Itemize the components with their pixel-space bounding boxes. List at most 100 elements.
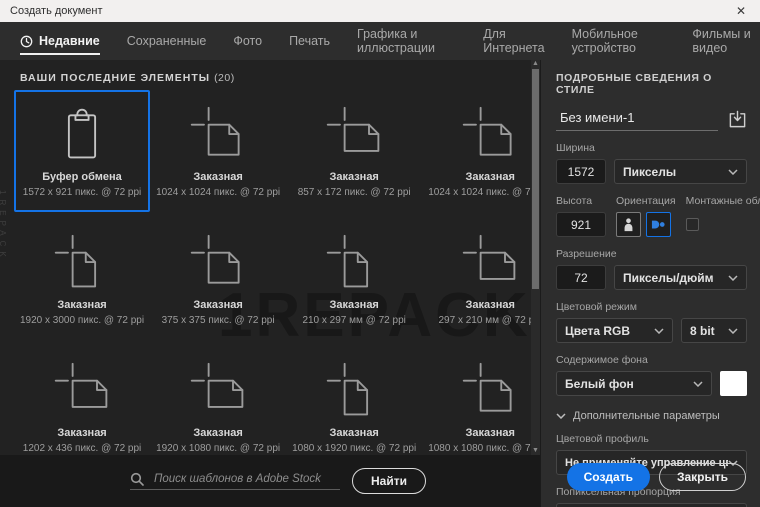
search-field[interactable]	[130, 472, 340, 490]
style-details-panel: ПОДРОБНЫЕ СВЕДЕНИЯ О СТИЛЕ Без имени-1 Ш…	[540, 60, 760, 507]
recent-item-4[interactable]: Заказная 1920 x 3000 пикс. @ 72 ppi	[14, 218, 150, 340]
recent-item-title: Заказная	[193, 427, 243, 439]
recent-item-title: Заказная	[329, 427, 379, 439]
recent-item-3[interactable]: Заказная 1024 x 1024 пикс. @ 72 ppi	[422, 90, 540, 212]
recent-item-title: Заказная	[465, 427, 515, 439]
resolution-unit-dropdown[interactable]: Пикселы/дюйм	[614, 265, 747, 290]
width-unit-value: Пикселы	[623, 164, 677, 179]
tabbar: Недавние Сохраненные Фото Печать Графика и и…	[0, 22, 760, 60]
background-dropdown[interactable]: Белый фон	[556, 371, 712, 396]
recent-item-title: Заказная	[193, 171, 243, 183]
tab-2[interactable]: Фото	[233, 22, 262, 60]
document-square-icon	[460, 356, 520, 423]
scroll-down-icon[interactable]: ▼	[532, 447, 539, 455]
orientation-landscape-button[interactable]	[646, 212, 671, 237]
vertical-scrollbar[interactable]: ▲ ▼	[531, 60, 540, 455]
orientation-portrait-button[interactable]	[616, 212, 641, 237]
recent-count: (20)	[214, 72, 235, 84]
recent-item-2[interactable]: Заказная 857 x 172 пикс. @ 72 ppi	[286, 90, 422, 212]
orientation-label: Ориентация	[616, 195, 676, 207]
background-label: Содержимое фона	[556, 354, 648, 366]
recent-item-8[interactable]: Заказная 1202 x 436 пикс. @ 72 ppi	[14, 346, 150, 468]
search-input[interactable]	[154, 473, 334, 485]
height-input[interactable]	[556, 212, 606, 237]
tab-label: Сохраненные	[126, 34, 207, 48]
document-portrait-icon	[324, 228, 384, 295]
main-area: 1REPACK 1REPACK ВАШИ ПОСЛЕДНИЕ ЭЛЕМЕНТЫ(…	[0, 60, 760, 507]
recent-item-dimensions: 1920 x 3000 пикс. @ 72 ppi	[20, 315, 145, 326]
recent-item-dimensions: 1024 x 1024 пикс. @ 72 ppi	[156, 187, 281, 198]
dialog-title: Создать документ	[10, 5, 103, 17]
width-unit-dropdown[interactable]: Пикселы	[614, 159, 747, 184]
recent-item-dimensions: 1572 x 921 пикс. @ 72 ppi	[22, 187, 142, 198]
recent-item-title: Заказная	[465, 299, 515, 311]
watermark-side-text: 1REPACK	[0, 190, 7, 262]
recent-item-title: Буфер обмена	[42, 171, 122, 183]
tab-6[interactable]: Мобильное устройство	[572, 22, 666, 60]
tab-label: Печать	[289, 34, 331, 48]
tab-1[interactable]: Сохраненные	[127, 22, 207, 60]
chevron-down-icon	[654, 327, 664, 334]
height-label: Высота	[556, 195, 593, 207]
recent-header: ВАШИ ПОСЛЕДНИЕ ЭЛЕМЕНТЫ (20)	[20, 72, 235, 84]
document-portrait-icon	[52, 228, 112, 295]
tab-label: Недавние	[39, 34, 100, 48]
recent-item-9[interactable]: Заказная 1920 x 1080 пикс. @ 72 ppi	[150, 346, 286, 468]
recent-item-11[interactable]: Заказная 1080 x 1080 пикс. @ 72 ppi	[422, 346, 540, 468]
recent-item-6[interactable]: Заказная 210 x 297 мм @ 72 ppi	[286, 218, 422, 340]
search-icon	[130, 472, 144, 486]
recent-item-dimensions: 857 x 172 пикс. @ 72 ppi	[297, 187, 411, 198]
pixel-aspect-dropdown[interactable]: Квадратные пикселы	[556, 503, 747, 507]
chevron-down-icon	[728, 327, 738, 334]
tab-0[interactable]: Недавние	[20, 22, 100, 60]
recent-item-dimensions: 375 x 375 пикс. @ 72 ppi	[161, 315, 275, 326]
width-input[interactable]	[556, 159, 606, 184]
chevron-down-icon	[728, 168, 738, 175]
tab-label: Мобильное устройство	[571, 27, 638, 55]
color-mode-dropdown[interactable]: Цвета RGB	[556, 318, 673, 343]
create-button[interactable]: Создать	[566, 463, 650, 491]
recent-item-0[interactable]: Буфер обмена 1572 x 921 пикс. @ 72 ppi	[14, 90, 151, 212]
resolution-unit-value: Пикселы/дюйм	[623, 270, 714, 285]
stock-search-bar: Найти	[0, 455, 540, 507]
tab-3[interactable]: Печать	[289, 22, 330, 60]
find-button[interactable]: Найти	[352, 468, 426, 494]
bit-depth-dropdown[interactable]: 8 bit	[681, 318, 747, 343]
recent-item-dimensions: 210 x 297 мм @ 72 ppi	[302, 315, 406, 326]
close-button[interactable]: Закрыть	[658, 463, 746, 491]
recent-item-title: Заказная	[329, 299, 379, 311]
tab-7[interactable]: Фильмы и видео	[692, 22, 760, 60]
chevron-down-icon	[728, 274, 738, 281]
clock-icon	[20, 35, 33, 48]
clipboard-icon	[52, 100, 112, 167]
recent-item-10[interactable]: Заказная 1080 x 1920 пикс. @ 72 ppi	[286, 346, 422, 468]
recent-item-dimensions: 1202 x 436 пикс. @ 72 ppi	[22, 443, 142, 454]
save-preset-icon[interactable]	[728, 110, 747, 129]
color-profile-label: Цветовой профиль	[556, 433, 649, 445]
recent-grid: Буфер обмена 1572 x 921 пикс. @ 72 ppi За…	[14, 90, 540, 468]
document-name-field[interactable]: Без имени-1	[556, 110, 718, 131]
chevron-down-icon	[693, 380, 703, 387]
artboards-checkbox[interactable]	[685, 218, 699, 231]
chevron-down-icon	[556, 413, 566, 419]
scrollbar-thumb[interactable]	[532, 69, 539, 289]
recent-item-1[interactable]: Заказная 1024 x 1024 пикс. @ 72 ppi	[150, 90, 286, 212]
recent-item-5[interactable]: Заказная 375 x 375 пикс. @ 72 ppi	[150, 218, 286, 340]
advanced-options-toggle[interactable]: Дополнительные параметры	[556, 410, 747, 422]
resolution-input[interactable]	[556, 265, 606, 290]
background-color-swatch[interactable]	[720, 371, 747, 396]
tab-4[interactable]: Графика и иллюстрации	[357, 22, 456, 60]
recent-item-7[interactable]: Заказная 297 x 210 мм @ 72 ppi	[422, 218, 540, 340]
recent-documents-panel: 1REPACK 1REPACK ВАШИ ПОСЛЕДНИЕ ЭЛЕМЕНТЫ(…	[0, 60, 540, 507]
recent-item-title: Заказная	[465, 171, 515, 183]
recent-item-title: Заказная	[329, 171, 379, 183]
recent-item-dimensions: 1920 x 1080 пикс. @ 72 ppi	[156, 443, 281, 454]
portrait-person-icon	[624, 218, 633, 232]
color-mode-label: Цветовой режим	[556, 301, 638, 313]
tab-5[interactable]: Для Интернета	[483, 22, 544, 60]
scroll-up-icon[interactable]: ▲	[532, 60, 539, 68]
recent-item-title: Заказная	[193, 299, 243, 311]
document-square-icon	[460, 100, 520, 167]
close-icon[interactable]: ✕	[732, 0, 750, 22]
document-portrait-icon	[324, 356, 384, 423]
